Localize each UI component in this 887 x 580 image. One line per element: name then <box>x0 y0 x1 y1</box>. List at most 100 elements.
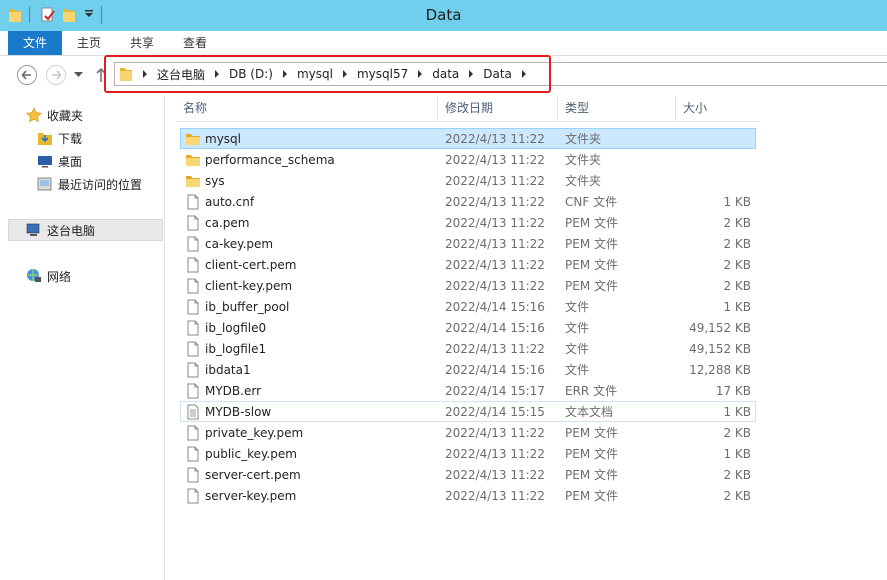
nav-favorites[interactable]: 收藏夹 <box>26 104 83 126</box>
file-icon <box>185 362 201 378</box>
file-type: PEM 文件 <box>565 279 618 293</box>
file-row[interactable]: ca.pem 2022/4/13 11:22 PEM 文件 2 KB <box>180 212 756 233</box>
window-title: Data <box>425 6 462 24</box>
file-row[interactable]: server-key.pem 2022/4/13 11:22 PEM 文件 2 KB <box>180 485 756 506</box>
arrow-left-icon <box>21 70 31 80</box>
file-date-modified: 2022/4/13 11:22 <box>445 195 545 209</box>
folder-icon <box>185 173 201 189</box>
file-row[interactable]: ca-key.pem 2022/4/13 11:22 PEM 文件 2 KB <box>180 233 756 254</box>
column-name[interactable]: 名称 <box>176 96 438 121</box>
file-row[interactable]: MYDB.err 2022/4/14 15:17 ERR 文件 17 KB <box>180 380 756 401</box>
breadcrumb-data[interactable]: data <box>432 67 459 81</box>
file-icon <box>185 425 201 441</box>
nav-this-pc[interactable]: 这台电脑 <box>26 219 95 241</box>
address-bar[interactable]: 这台电脑 DB (D:) mysql mysql57 data Data <box>114 62 887 86</box>
file-date-modified: 2022/4/13 11:22 <box>445 447 545 461</box>
file-size: 2 KB <box>723 216 751 230</box>
file-name: client-key.pem <box>205 279 293 293</box>
file-row[interactable]: public_key.pem 2022/4/13 11:22 PEM 文件 1 KB <box>180 443 756 464</box>
file-row[interactable]: server-cert.pem 2022/4/13 11:22 PEM 文件 2 KB <box>180 464 756 485</box>
back-button[interactable] <box>17 65 37 85</box>
file-name: server-cert.pem <box>205 468 301 482</box>
file-icon <box>185 383 201 399</box>
breadcrumb: 这台电脑 DB (D:) mysql mysql57 data Data <box>115 63 536 85</box>
breadcrumb-mysql[interactable]: mysql <box>297 67 333 81</box>
title-bar: Data <box>0 0 887 31</box>
column-header: 名称 修改日期 类型 大小 <box>176 96 760 122</box>
file-row[interactable]: client-key.pem 2022/4/13 11:22 PEM 文件 2 KB <box>180 275 756 296</box>
file-name: server-key.pem <box>205 489 297 503</box>
breadcrumb-db-drive[interactable]: DB (D:) <box>229 67 273 81</box>
file-name: auto.cnf <box>205 195 255 209</box>
file-type: CNF 文件 <box>565 195 618 209</box>
text-file-icon <box>185 404 201 420</box>
file-row[interactable]: ib_logfile1 2022/4/13 11:22 文件 49,152 KB <box>180 338 756 359</box>
file-size: 49,152 KB <box>689 342 751 356</box>
breadcrumb-separator-icon[interactable] <box>469 70 474 78</box>
breadcrumb-separator-icon[interactable] <box>342 70 347 78</box>
column-type[interactable]: 类型 <box>558 96 676 121</box>
file-row[interactable]: auto.cnf 2022/4/13 11:22 CNF 文件 1 KB <box>180 191 756 212</box>
tab-home[interactable]: 主页 <box>68 31 110 55</box>
nav-desktop[interactable]: 桌面 <box>37 150 82 172</box>
nav-label: 下载 <box>58 131 83 146</box>
file-icon <box>185 446 201 462</box>
file-type: ERR 文件 <box>565 384 618 398</box>
ribbon-tabs: 文件 主页 共享 查看 <box>0 31 887 56</box>
file-icon <box>185 236 201 252</box>
file-name: ibdata1 <box>205 363 251 377</box>
file-type: 文件夹 <box>565 174 602 188</box>
breadcrumb-separator-icon[interactable] <box>215 70 220 78</box>
nav-recent-places[interactable]: 最近访问的位置 <box>37 173 142 195</box>
file-type: 文件夹 <box>565 132 602 146</box>
file-icon <box>185 299 201 315</box>
file-row[interactable]: ib_logfile0 2022/4/14 15:16 文件 49,152 KB <box>180 317 756 338</box>
recent-locations-chevron-icon[interactable] <box>74 72 83 78</box>
file-name: ib_logfile0 <box>205 321 267 335</box>
file-type: PEM 文件 <box>565 426 618 440</box>
file-date-modified: 2022/4/13 11:22 <box>445 279 545 293</box>
column-date-modified[interactable]: 修改日期 <box>438 96 558 121</box>
tab-file[interactable]: 文件 <box>8 31 62 55</box>
nav-downloads[interactable]: 下载 <box>37 127 82 149</box>
up-arrow-icon[interactable] <box>96 67 106 83</box>
file-date-modified: 2022/4/13 11:22 <box>445 132 545 146</box>
nav-label: 这台电脑 <box>47 223 96 238</box>
file-row[interactable]: sys 2022/4/13 11:22 文件夹 <box>180 170 756 191</box>
tab-share[interactable]: 共享 <box>121 31 163 55</box>
file-type: PEM 文件 <box>565 468 618 482</box>
breadcrumb-data-current[interactable]: Data <box>483 67 512 81</box>
file-size: 2 KB <box>723 237 751 251</box>
file-date-modified: 2022/4/14 15:16 <box>445 300 545 314</box>
file-type: PEM 文件 <box>565 447 618 461</box>
file-row[interactable]: ibdata1 2022/4/14 15:16 文件 12,288 KB <box>180 359 756 380</box>
nav-label: 收藏夹 <box>47 108 84 123</box>
file-row[interactable]: client-cert.pem 2022/4/13 11:22 PEM 文件 2 KB <box>180 254 756 275</box>
file-name: ca-key.pem <box>205 237 274 251</box>
file-row[interactable]: MYDB-slow 2022/4/14 15:15 文本文档 1 KB <box>180 401 756 422</box>
file-date-modified: 2022/4/13 11:22 <box>445 216 545 230</box>
file-date-modified: 2022/4/13 11:22 <box>445 342 545 356</box>
breadcrumb-separator-icon[interactable] <box>282 70 287 78</box>
breadcrumb-separator-icon[interactable] <box>521 70 526 78</box>
forward-button[interactable] <box>46 65 66 85</box>
file-date-modified: 2022/4/13 11:22 <box>445 237 545 251</box>
tab-view[interactable]: 查看 <box>174 31 216 55</box>
file-name: performance_schema <box>205 153 335 167</box>
nav-label: 最近访问的位置 <box>58 177 143 192</box>
file-date-modified: 2022/4/13 11:22 <box>445 258 545 272</box>
breadcrumb-separator-icon[interactable] <box>143 70 147 78</box>
breadcrumb-this-pc[interactable]: 这台电脑 <box>157 66 205 83</box>
column-size[interactable]: 大小 <box>676 96 760 121</box>
file-type: 文件 <box>565 300 590 314</box>
breadcrumb-separator-icon[interactable] <box>418 70 423 78</box>
file-name: MYDB-slow <box>205 405 272 419</box>
file-row[interactable]: ib_buffer_pool 2022/4/14 15:16 文件 1 KB <box>180 296 756 317</box>
file-row[interactable]: performance_schema 2022/4/13 11:22 文件夹 <box>180 149 756 170</box>
file-row[interactable]: private_key.pem 2022/4/13 11:22 PEM 文件 2 KB <box>180 422 756 443</box>
breadcrumb-mysql57[interactable]: mysql57 <box>357 67 408 81</box>
file-list: mysql 2022/4/13 11:22 文件夹 performance_schem… <box>180 128 756 506</box>
downloads-icon <box>38 133 52 145</box>
nav-network[interactable]: 网络 <box>26 265 71 287</box>
file-row[interactable]: mysql 2022/4/13 11:22 文件夹 <box>180 128 756 149</box>
